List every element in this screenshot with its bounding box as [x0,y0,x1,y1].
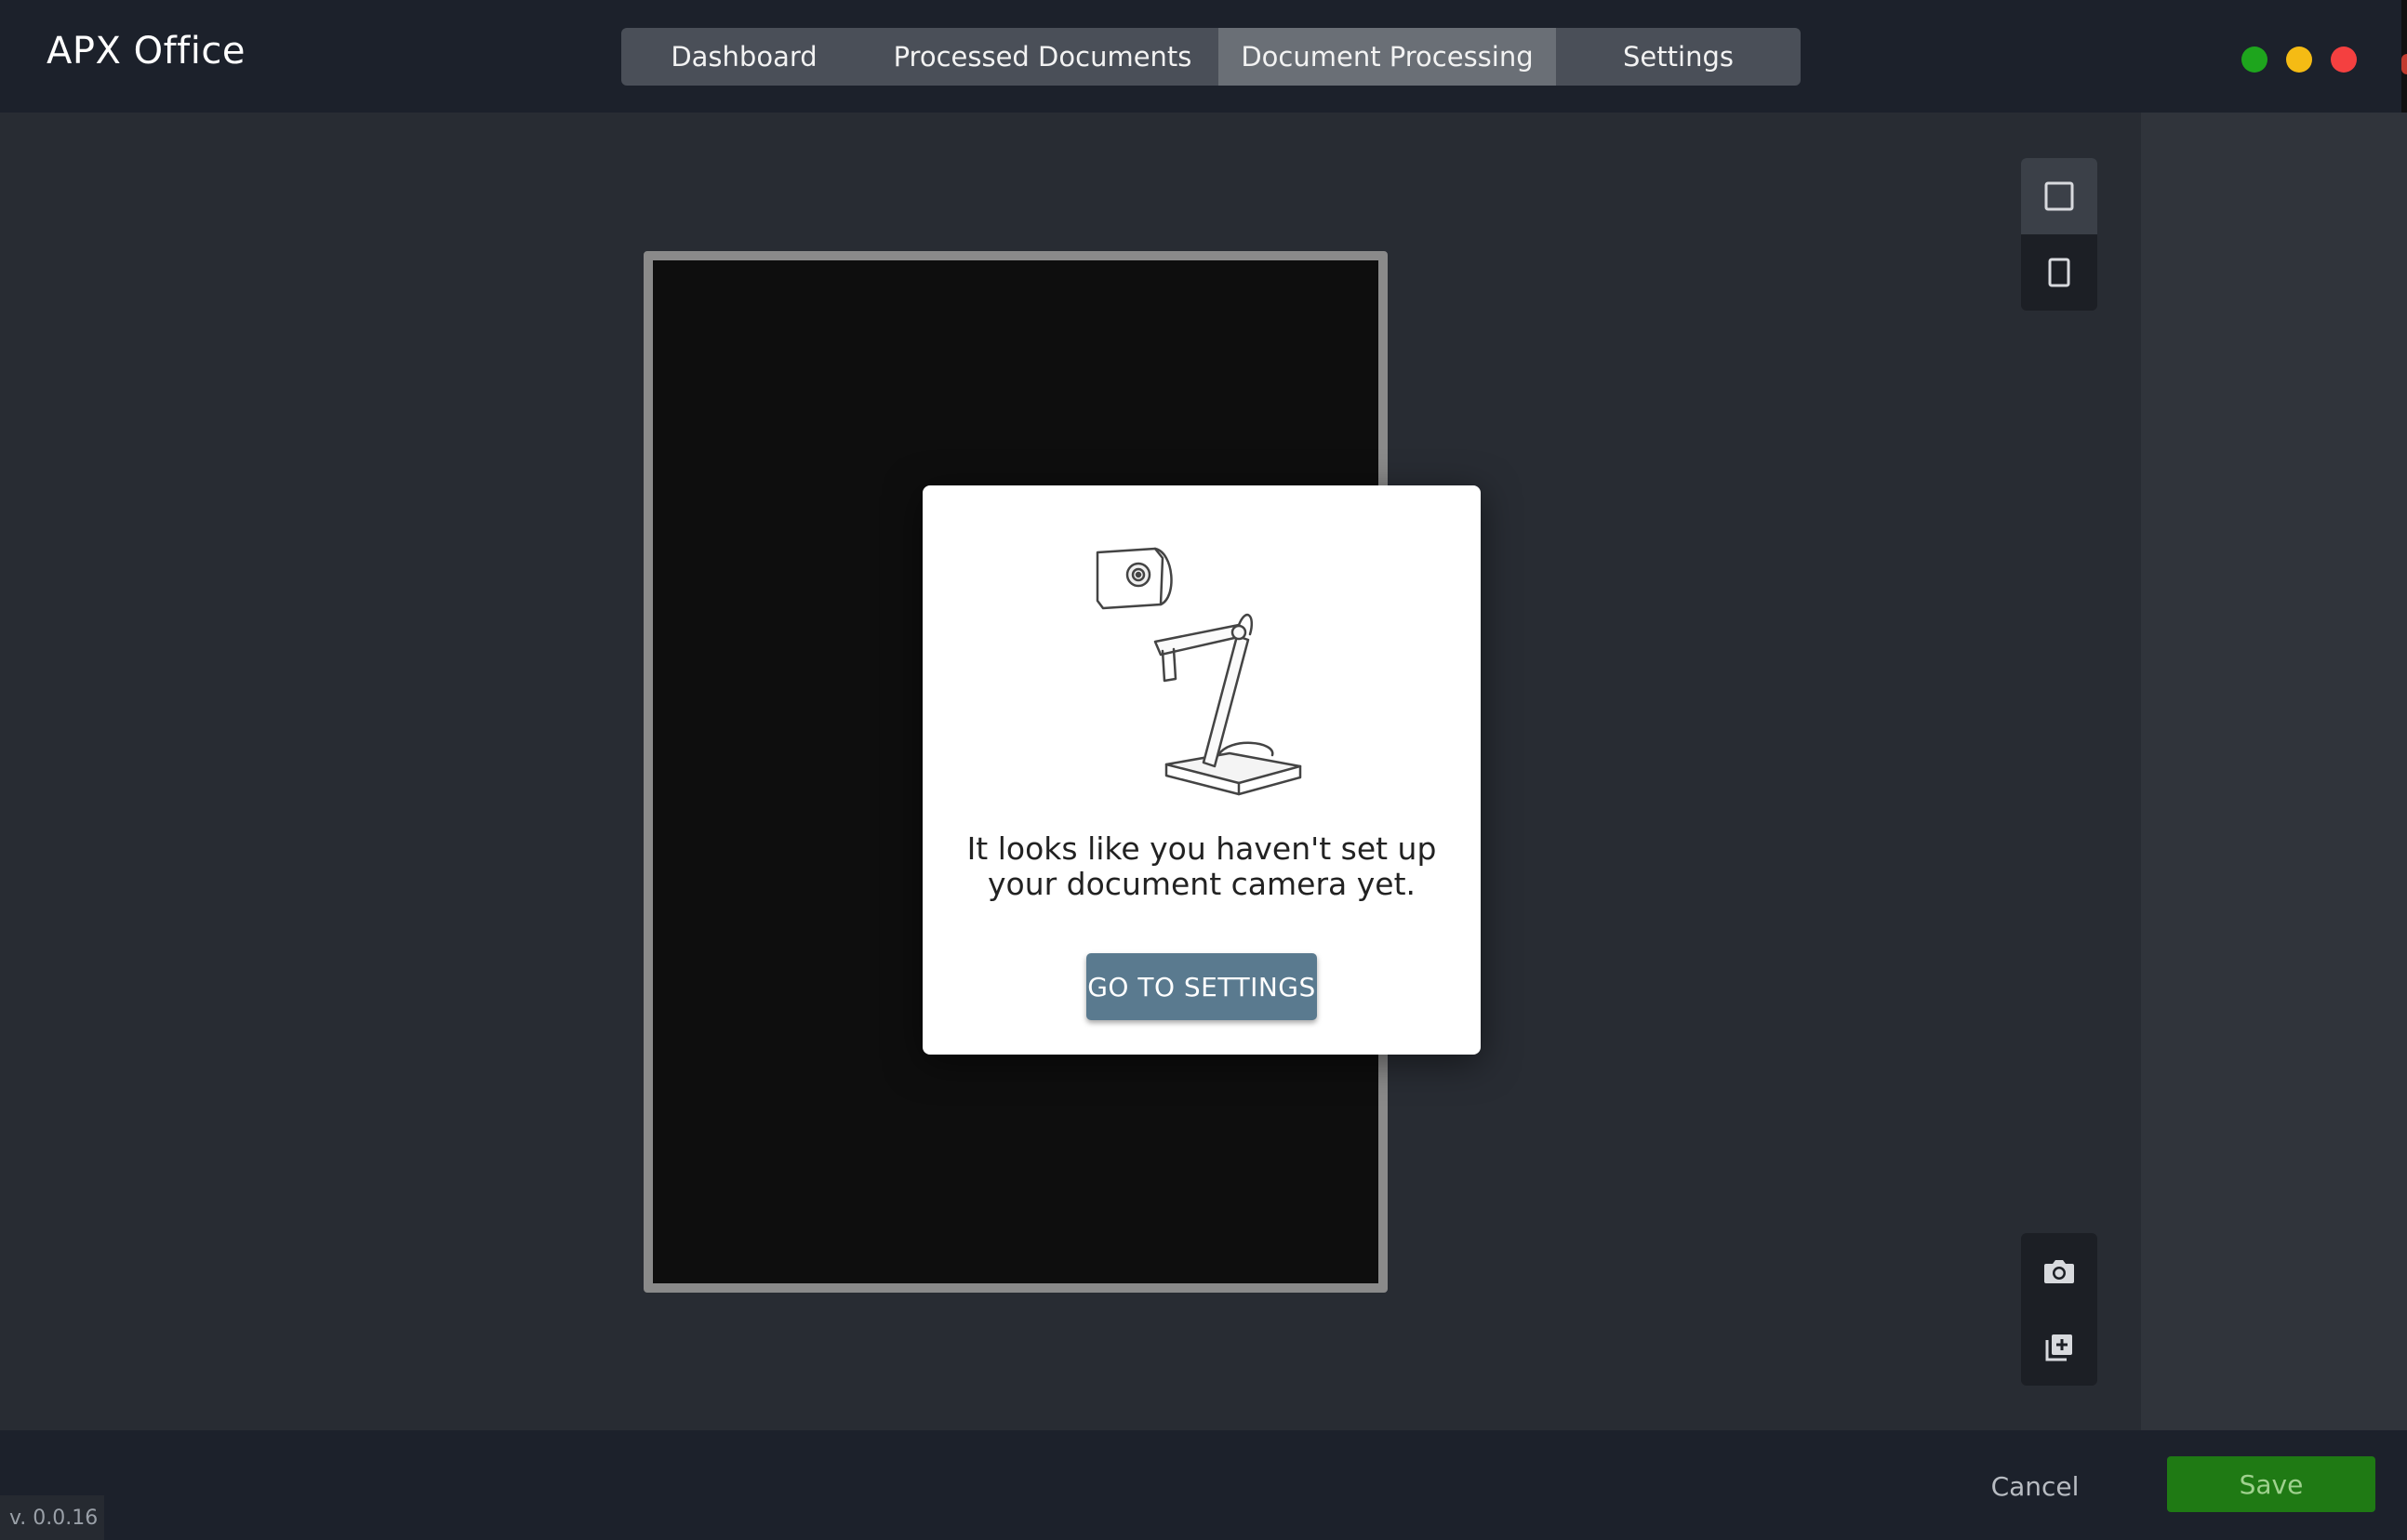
square-frame-icon [2044,181,2074,211]
tab-settings[interactable]: Settings [1556,28,1801,86]
top-bar: APX Office Dashboard Processed Documents… [0,0,2407,113]
app-window: APX Office Dashboard Processed Documents… [0,0,2407,1540]
tab-processed-documents[interactable]: Processed Documents [867,28,1218,86]
close-window-button[interactable] [2331,46,2357,73]
dialog-message-line-2: your document camera yet. [987,866,1416,902]
cancel-button[interactable]: Cancel [1970,1460,2100,1512]
portrait-mode-button[interactable] [2021,234,2097,311]
dialog-message-line-1: It looks like you haven't set up [966,830,1437,867]
window-controls [2241,46,2357,73]
go-to-settings-button[interactable]: GO TO SETTINGS [1086,953,1317,1020]
capture-photo-button[interactable] [2021,1233,2097,1309]
dialog-message: It looks like you haven't set up your do… [923,831,1481,902]
capture-toolbar [2021,1233,2097,1386]
camera-setup-dialog: It looks like you haven't set up your do… [923,485,1481,1055]
camera-icon [2044,1260,2074,1283]
window-edge-marker [2401,54,2407,74]
orientation-toolbar [2021,158,2097,311]
app-title: APX Office [47,30,246,73]
tab-dashboard[interactable]: Dashboard [621,28,867,86]
main-tabs: Dashboard Processed Documents Document P… [621,28,1801,86]
square-mode-button[interactable] [2021,158,2097,234]
save-button[interactable]: Save [2167,1456,2375,1512]
version-label: v. 0.0.16 [0,1495,104,1540]
tab-document-processing[interactable]: Document Processing [1218,28,1556,86]
minimize-window-button[interactable] [2286,46,2312,73]
right-side-panel [2141,113,2407,1430]
maximize-window-button[interactable] [2241,46,2267,73]
add-page-icon [2045,1334,2072,1361]
document-camera-illustration [1096,547,1302,796]
add-page-button[interactable] [2021,1309,2097,1386]
portrait-frame-icon [2048,258,2070,287]
